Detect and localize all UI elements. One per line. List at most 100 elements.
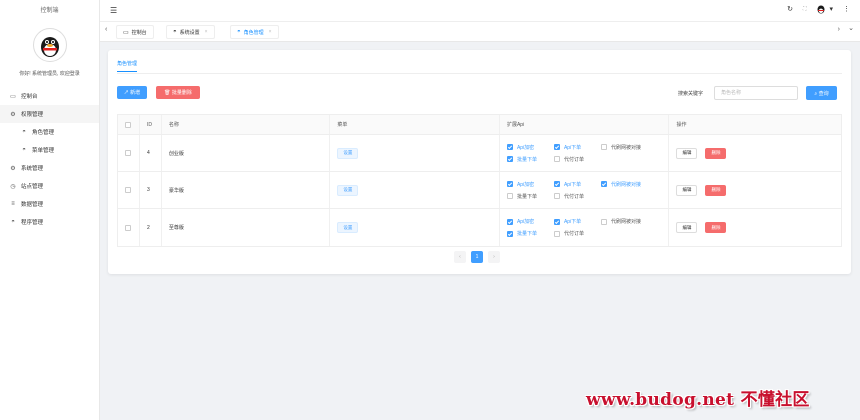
api-option-checkbox[interactable]: Api下单 <box>553 218 601 225</box>
sidebar-item-label: 控制台 <box>21 94 38 100</box>
chevron-down-icon: ▾ <box>829 6 833 13</box>
api-option-checkbox[interactable]: Api加密 <box>506 144 554 151</box>
chevron-right-icon[interactable]: › <box>838 26 840 33</box>
table-row: 4 创业版 设置 Api加密 Api下单 代刷网被对接 批量下单 代付订单 编辑… <box>118 135 841 172</box>
search-input[interactable] <box>714 86 798 100</box>
user-avatar-icon <box>817 5 825 14</box>
sidebar-item-label: 角色管理 <box>32 130 55 136</box>
api-option-checkbox[interactable]: 批量下单 <box>506 230 554 237</box>
sidebar-item-system[interactable]: ⚙ 系统管理 <box>0 159 99 177</box>
api-option-checkbox[interactable]: 代付订单 <box>553 230 601 237</box>
checkbox-icon <box>506 218 513 225</box>
refresh-icon[interactable]: ↻ <box>787 5 793 13</box>
tab-role-management[interactable]: ◓ 角色管理 × <box>230 25 279 39</box>
chevron-left-icon[interactable]: ‹ <box>105 26 107 33</box>
select-all-checkbox[interactable] <box>125 121 132 128</box>
tabs-bar: ‹ ▭ 控制台 ◓ 系统设置 × ◓ 角色管理 × › ⌄ <box>100 22 860 42</box>
search-button[interactable]: ⌕ 查询 <box>806 86 837 100</box>
sidebar-item-data[interactable]: ≡ 数据管理 <box>0 195 99 213</box>
row-id: 3 <box>140 172 162 208</box>
sidebar-item-sites[interactable]: ◷ 站点管理 <box>0 177 99 195</box>
pagination: ‹ 1 › <box>454 251 500 263</box>
brand-title: 控制端 <box>40 8 59 14</box>
batch-delete-button[interactable]: 🗑 批量删除 <box>156 86 200 99</box>
roles-table: ID 名称 菜单 扩展Api 操作 4 创业版 设置 Api加密 Api下单 代… <box>117 114 842 247</box>
card-tab-role-management[interactable]: 角色管理 <box>117 60 138 72</box>
close-icon[interactable]: × <box>205 29 208 35</box>
api-option-checkbox[interactable]: 代刷网被对接 <box>600 144 661 151</box>
page-number-button[interactable]: 1 <box>471 251 483 263</box>
user-menu[interactable]: ▾ <box>816 4 833 14</box>
add-button[interactable]: ↗ 新增 <box>117 86 147 99</box>
top-actions: ↻ ⛶ ▾ ⋮ <box>787 4 850 14</box>
api-option-checkbox[interactable]: 代刷网被对接 <box>600 218 661 225</box>
sidebar-item-label: 权限管理 <box>21 112 44 118</box>
api-option-checkbox[interactable]: 代付订单 <box>553 156 601 163</box>
divider <box>117 73 842 74</box>
fullscreen-icon[interactable]: ⛶ <box>803 6 807 12</box>
sidebar-item-dashboard[interactable]: ▭ 控制台 <box>0 87 99 105</box>
avatar[interactable] <box>32 28 67 62</box>
checkbox-icon <box>553 181 560 187</box>
wifi-icon: ◓ <box>173 29 177 35</box>
edit-button[interactable]: 编辑 <box>676 147 698 159</box>
api-option-checkbox[interactable]: 代刷网被对接 <box>600 181 661 188</box>
checkbox-icon <box>553 156 560 162</box>
checkbox-icon <box>506 181 513 187</box>
sidebar-item-permissions[interactable]: ⚙ 权限管理 <box>0 105 99 123</box>
prev-page-button[interactable]: ‹ <box>454 251 466 263</box>
sidebar-item-roles[interactable]: ◓ 角色管理 <box>0 123 99 141</box>
sidebar-item-label: 菜单管理 <box>32 148 55 154</box>
more-icon[interactable]: ⋮ <box>843 5 850 13</box>
row-checkbox[interactable] <box>125 224 132 231</box>
delete-button[interactable]: 删除 <box>705 222 727 233</box>
checkbox-icon <box>553 193 560 199</box>
table-row: 2 至尊版 设置 Api加密 Api下单 代刷网被对接 批量下单 代付订单 编辑… <box>118 209 841 246</box>
wifi-icon: ◓ <box>22 147 26 153</box>
api-option-checkbox[interactable]: 代付订单 <box>553 193 601 200</box>
edit-button[interactable]: 编辑 <box>676 222 698 233</box>
sidebar-item-label: 程序管理 <box>21 220 44 226</box>
edit-button[interactable]: 编辑 <box>676 184 698 196</box>
tab-dashboard[interactable]: ▭ 控制台 <box>116 25 154 39</box>
api-option-checkbox[interactable]: Api下单 <box>553 144 601 151</box>
column-header-id: ID <box>140 115 162 134</box>
row-name: 创业版 <box>162 135 331 171</box>
close-icon[interactable]: × <box>269 29 272 35</box>
api-option-checkbox[interactable]: Api下单 <box>553 181 601 188</box>
row-checkbox[interactable] <box>125 150 132 156</box>
wifi-icon: ◓ <box>11 219 15 225</box>
sidebar-item-label: 站点管理 <box>21 184 44 190</box>
chevron-down-icon[interactable]: ⌄ <box>848 24 854 32</box>
column-header-operations: 操作 <box>676 122 687 128</box>
table-row: 3 豪华版 设置 Api加密 Api下单 代刷网被对接 批量下单 代付订单 编辑… <box>118 172 841 209</box>
set-menu-button[interactable]: 设置 <box>337 222 359 233</box>
sidebar-item-menus[interactable]: ◓ 菜单管理 <box>0 141 99 159</box>
greeting-text: 你好! 系统管理员, 欢迎登录 <box>19 71 80 77</box>
set-menu-button[interactable]: 设置 <box>337 184 359 196</box>
checkbox-icon <box>600 218 607 225</box>
top-header: ☰ ↻ ⛶ ▾ ⋮ <box>100 0 860 22</box>
api-options: Api加密 Api下单 代刷网被对接 批量下单 代付订单 <box>506 218 661 237</box>
row-checkbox[interactable] <box>125 187 132 193</box>
api-options: Api加密 Api下单 代刷网被对接 批量下单 代付订单 <box>506 144 661 163</box>
api-option-checkbox[interactable]: Api加密 <box>506 181 554 188</box>
sidebar-item-programs[interactable]: ◓ 程序管理 <box>0 213 99 231</box>
api-option-checkbox[interactable]: Api加密 <box>506 218 554 225</box>
row-name: 豪华版 <box>162 172 331 208</box>
sidebar-item-label: 系统管理 <box>21 166 44 172</box>
api-option-checkbox[interactable]: 批量下单 <box>506 156 554 163</box>
set-menu-button[interactable]: 设置 <box>337 147 359 159</box>
delete-button[interactable]: 删除 <box>705 184 727 196</box>
watermark: www.budog.net 不懂社区 <box>586 390 810 410</box>
tab-system-settings[interactable]: ◓ 系统设置 × <box>166 25 215 39</box>
sidebar: 控制端 你好! 系统管理员, 欢迎登录 ▭ 控制台 ⚙ 权限管理 ◓ 角色管理 <box>0 0 100 420</box>
checkbox-icon <box>553 218 560 225</box>
menu-fold-icon[interactable]: ☰ <box>110 6 117 15</box>
delete-button[interactable]: 删除 <box>705 147 727 159</box>
api-options: Api加密 Api下单 代刷网被对接 批量下单 代付订单 <box>506 181 661 200</box>
checkbox-icon <box>506 230 513 237</box>
checkbox-icon <box>600 144 607 150</box>
next-page-button[interactable]: › <box>488 251 500 263</box>
api-option-checkbox[interactable]: 批量下单 <box>506 193 554 200</box>
